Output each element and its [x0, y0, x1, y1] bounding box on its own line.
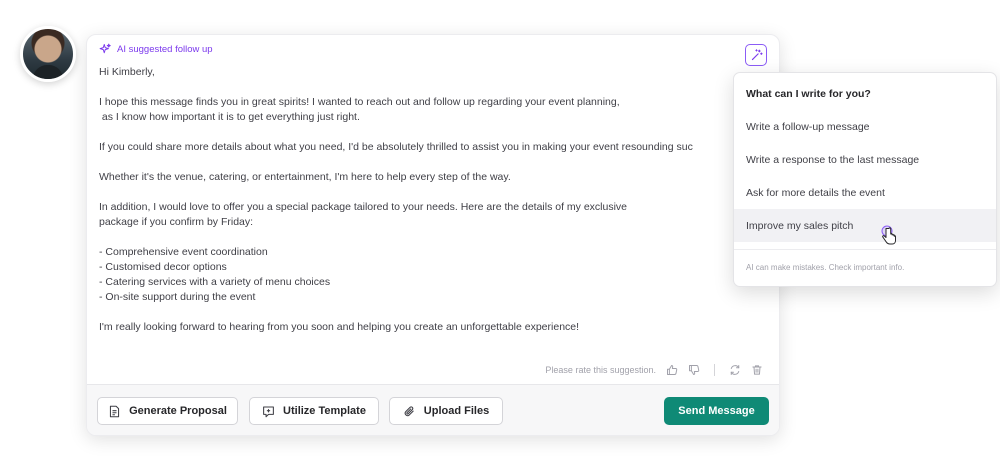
bullet-item: - On-site support during the event: [99, 291, 256, 303]
sparkle-icon: [99, 43, 111, 54]
message-line: as I know how important it is to get eve…: [99, 111, 360, 123]
message-paragraph: In addition, I would love to offer you a…: [99, 200, 779, 230]
utilize-template-label: Utilize Template: [283, 405, 366, 417]
message-greeting: Hi Kimberly,: [99, 66, 155, 78]
thumbs-up-icon[interactable]: [666, 364, 678, 376]
document-icon: [109, 405, 120, 417]
menu-item-ask-details[interactable]: Ask for more details the event: [734, 176, 996, 209]
rating-bar: Please rate this suggestion.: [545, 364, 763, 376]
message-closing: I'm really looking forward to hearing fr…: [99, 321, 580, 333]
message-card-body: AI suggested follow up Hi Kimberly, I ho…: [87, 35, 779, 387]
avatar: [20, 26, 76, 82]
menu-title: What can I write for you?: [746, 88, 871, 100]
message-paragraph: Whether it's the venue, catering, or ent…: [99, 171, 511, 183]
message-line: In addition, I would love to offer you a…: [99, 201, 628, 213]
message-bullet-list: - Comprehensive event coordination - Cus…: [99, 245, 779, 305]
composer-footer: Generate Proposal Utilize Template Uploa…: [87, 384, 779, 435]
thumbs-down-icon[interactable]: [688, 364, 700, 376]
generate-proposal-label: Generate Proposal: [129, 405, 227, 417]
message-paragraph: I hope this message finds you in great s…: [99, 95, 779, 125]
message-paragraph: If you could share more details about wh…: [99, 141, 693, 153]
generate-proposal-button[interactable]: Generate Proposal: [97, 397, 238, 425]
utilize-template-button[interactable]: Utilize Template: [249, 397, 379, 425]
bullet-item: - Customised decor options: [99, 261, 227, 273]
ai-writing-menu: What can I write for you? Write a follow…: [733, 72, 997, 287]
refresh-icon[interactable]: [729, 364, 741, 376]
template-icon: [263, 406, 274, 417]
ai-suggestion-tag: AI suggested follow up: [99, 43, 213, 55]
message-content[interactable]: Hi Kimberly, I hope this message finds y…: [99, 65, 779, 350]
upload-files-label: Upload Files: [423, 405, 490, 417]
menu-divider: [734, 249, 996, 250]
menu-disclaimer: AI can make mistakes. Check important in…: [746, 263, 905, 272]
ai-assist-button[interactable]: [745, 44, 767, 66]
magic-wand-icon: [751, 48, 763, 60]
rating-divider: [714, 364, 715, 376]
bullet-item: - Comprehensive event coordination: [99, 246, 268, 258]
trash-icon[interactable]: [751, 364, 763, 376]
menu-item-response[interactable]: Write a response to the last message: [734, 143, 996, 176]
menu-item-improve-pitch[interactable]: Improve my sales pitch: [734, 209, 996, 242]
menu-item-follow-up[interactable]: Write a follow-up message: [734, 110, 996, 143]
message-card: AI suggested follow up Hi Kimberly, I ho…: [86, 34, 780, 436]
upload-files-button[interactable]: Upload Files: [389, 397, 503, 425]
rating-prompt: Please rate this suggestion.: [545, 365, 656, 375]
hand-pointer-icon: [881, 225, 896, 245]
paperclip-icon: [404, 405, 414, 416]
message-line: I hope this message finds you in great s…: [99, 96, 620, 108]
message-line: package if you confirm by Friday:: [99, 216, 254, 228]
ai-suggestion-label: AI suggested follow up: [117, 43, 213, 55]
send-message-button[interactable]: Send Message: [664, 397, 769, 425]
bullet-item: - Catering services with a variety of me…: [99, 276, 331, 288]
